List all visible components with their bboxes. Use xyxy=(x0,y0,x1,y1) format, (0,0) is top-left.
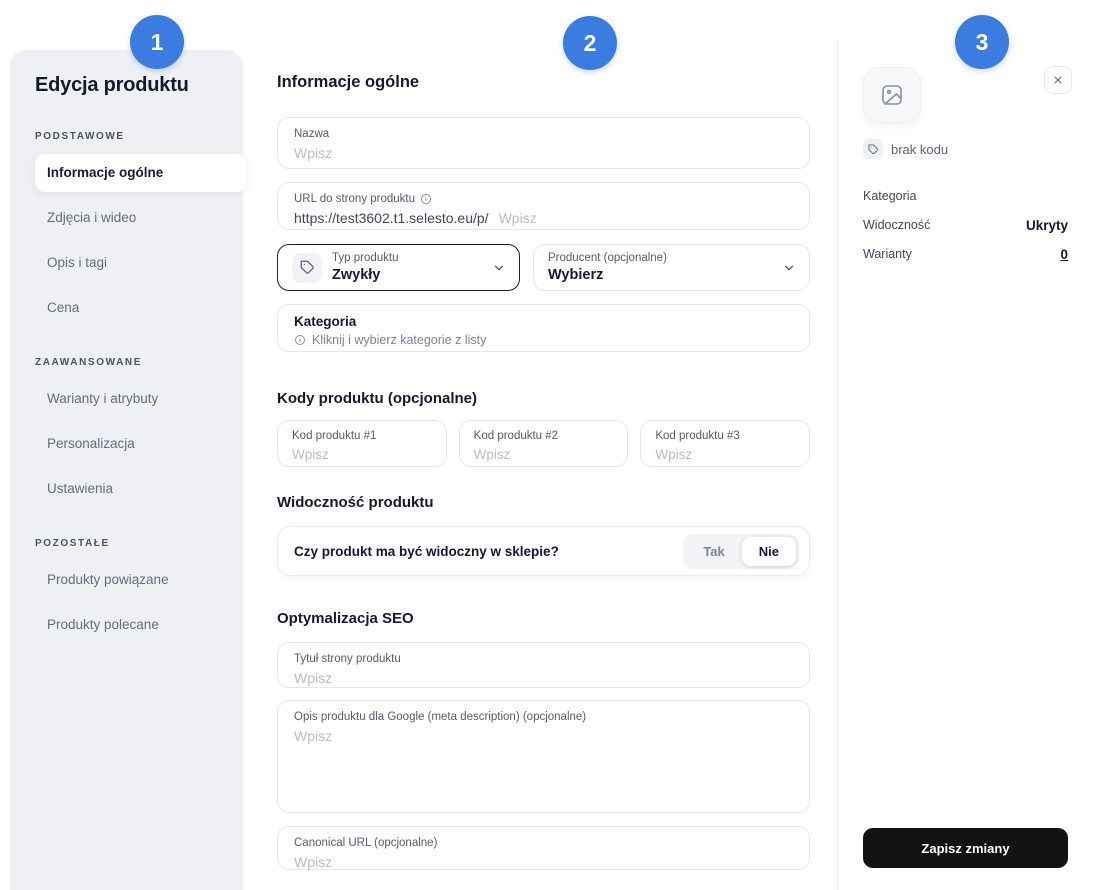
save-button[interactable]: Zapisz zmiany xyxy=(863,828,1068,868)
seo-description-label: Opis produktu dla Google (meta descripti… xyxy=(294,710,793,724)
code-2-placeholder: Wpisz xyxy=(474,446,614,464)
product-type-value: Zwykły xyxy=(332,267,380,283)
image-placeholder-icon xyxy=(880,83,904,107)
seo-title-field[interactable]: Tytuł strony produktu Wpisz xyxy=(277,642,810,688)
sidebar-section-advanced: ZAAWANSOWANE Warianty i atrybuty Persona… xyxy=(35,357,235,508)
section-label: PODSTAWOWE xyxy=(35,131,235,142)
name-field[interactable]: Nazwa Wpisz xyxy=(277,117,810,169)
code-3-label: Kod produktu #3 xyxy=(655,429,795,443)
no-code-label: brak kodu xyxy=(891,142,948,157)
code-2-label: Kod produktu #2 xyxy=(474,429,614,443)
sidebar-item-produkty-powiazane[interactable]: Produkty powiązane xyxy=(35,561,247,599)
summary-variants-label: Warianty xyxy=(863,247,912,261)
sidebar-section-other: POZOSTAŁE Produkty powiązane Produkty po… xyxy=(35,538,235,644)
close-button[interactable] xyxy=(1044,66,1072,94)
code-2-field[interactable]: Kod produktu #2 Wpisz xyxy=(459,420,629,467)
sidebar-item-personalizacja[interactable]: Personalizacja xyxy=(35,425,247,463)
producer-label: Producent (opcjonalne) xyxy=(548,251,667,265)
chevron-down-icon xyxy=(492,261,506,275)
product-url-placeholder: Wpisz xyxy=(499,209,537,227)
section-label: ZAAWANSOWANE xyxy=(35,357,235,368)
sidebar-item-warianty-i-atrybuty[interactable]: Warianty i atrybuty xyxy=(35,380,247,418)
sidebar-item-ustawienia[interactable]: Ustawienia xyxy=(35,470,247,508)
visibility-section-title: Widoczność produktu xyxy=(277,494,434,511)
code-1-label: Kod produktu #1 xyxy=(292,429,432,443)
product-editor-page: 1 2 3 Edycja produktu PODSTAWOWE Informa… xyxy=(0,0,1094,890)
product-type-select[interactable]: Typ produktu Zwykły xyxy=(277,244,520,291)
canonical-url-field[interactable]: Canonical URL (opcjonalne) Wpisz xyxy=(277,826,810,870)
product-image-placeholder[interactable] xyxy=(863,67,921,123)
sidebar-title: Edycja produktu xyxy=(35,74,235,97)
summary-row-visibility: Widoczność Ukryty xyxy=(863,215,1068,235)
category-field[interactable]: Kategoria Kliknij i wybierz kategorie z … xyxy=(277,304,810,352)
code-3-placeholder: Wpisz xyxy=(655,446,795,464)
producer-value: Wybierz xyxy=(548,267,603,283)
category-hint: Kliknij i wybierz kategorie z listy xyxy=(312,333,486,347)
chevron-down-icon xyxy=(782,261,796,275)
summary-visibility-label: Widoczność xyxy=(863,218,930,232)
visibility-card: Czy produkt ma być widoczny w sklepie? T… xyxy=(277,526,810,576)
summary-category-label: Kategoria xyxy=(863,189,917,203)
product-url-field[interactable]: URL do strony produktu https://test3602.… xyxy=(277,182,810,230)
sidebar-section-basic: PODSTAWOWE Informacje ogólne Zdjęcia i w… xyxy=(35,131,235,327)
visibility-question: Czy produkt ma być widoczny w sklepie? xyxy=(294,544,559,559)
tour-step-2-badge: 2 xyxy=(563,16,617,70)
producer-select[interactable]: Producent (opcjonalne) Wybierz xyxy=(533,244,810,291)
no-code-badge: brak kodu xyxy=(863,139,948,159)
summary-visibility-value: Ukryty xyxy=(1026,218,1068,233)
tour-step-3-badge: 3 xyxy=(955,15,1009,69)
visibility-yes-button[interactable]: Tak xyxy=(686,537,741,566)
visibility-toggle: Tak Nie xyxy=(683,534,799,569)
panel-divider xyxy=(837,40,838,890)
sidebar: Edycja produktu PODSTAWOWE Informacje og… xyxy=(10,50,243,890)
summary-row-category: Kategoria xyxy=(863,186,1068,206)
codes-section-title: Kody produktu (opcjonalne) xyxy=(277,390,477,407)
tag-icon xyxy=(292,253,322,283)
seo-description-field[interactable]: Opis produktu dla Google (meta descripti… xyxy=(277,700,810,813)
info-icon xyxy=(294,334,306,346)
sidebar-item-zdjecia-i-wideo[interactable]: Zdjęcia i wideo xyxy=(35,199,247,237)
product-url-field-label: URL do strony produktu xyxy=(294,192,415,206)
summary-row-variants: Warianty 0 xyxy=(863,244,1068,264)
seo-description-placeholder: Wpisz xyxy=(294,727,793,745)
product-type-label: Typ produktu xyxy=(332,251,398,265)
canonical-url-label: Canonical URL (opcjonalne) xyxy=(294,836,793,850)
visibility-no-button[interactable]: Nie xyxy=(742,537,796,566)
canonical-url-placeholder: Wpisz xyxy=(294,853,793,871)
product-url-prefix: https://test3602.t1.selesto.eu/p/ xyxy=(294,209,489,227)
close-icon xyxy=(1052,74,1064,86)
tag-icon xyxy=(863,139,883,159)
seo-section-title: Optymalizacja SEO xyxy=(277,610,414,627)
page-title: Informacje ogólne xyxy=(277,73,419,92)
category-label: Kategoria xyxy=(294,314,793,329)
general-info-form: Informacje ogólne Nazwa Wpisz URL do str… xyxy=(277,0,810,890)
tour-step-1-badge: 1 xyxy=(130,15,184,69)
sidebar-item-cena[interactable]: Cena xyxy=(35,289,247,327)
code-3-field[interactable]: Kod produktu #3 Wpisz xyxy=(640,420,810,467)
seo-title-label: Tytuł strony produktu xyxy=(294,652,793,666)
sidebar-item-produkty-polecane[interactable]: Produkty polecane xyxy=(35,606,247,644)
seo-title-placeholder: Wpisz xyxy=(294,669,793,687)
name-field-placeholder: Wpisz xyxy=(294,144,793,162)
section-label: POZOSTAŁE xyxy=(35,538,235,549)
sidebar-item-informacje-ogolne[interactable]: Informacje ogólne xyxy=(35,154,247,192)
summary-variants-value[interactable]: 0 xyxy=(1060,247,1068,262)
info-icon[interactable] xyxy=(420,193,432,205)
name-field-label: Nazwa xyxy=(294,127,793,141)
code-1-field[interactable]: Kod produktu #1 Wpisz xyxy=(277,420,447,467)
code-1-placeholder: Wpisz xyxy=(292,446,432,464)
sidebar-item-opis-i-tagi[interactable]: Opis i tagi xyxy=(35,244,247,282)
